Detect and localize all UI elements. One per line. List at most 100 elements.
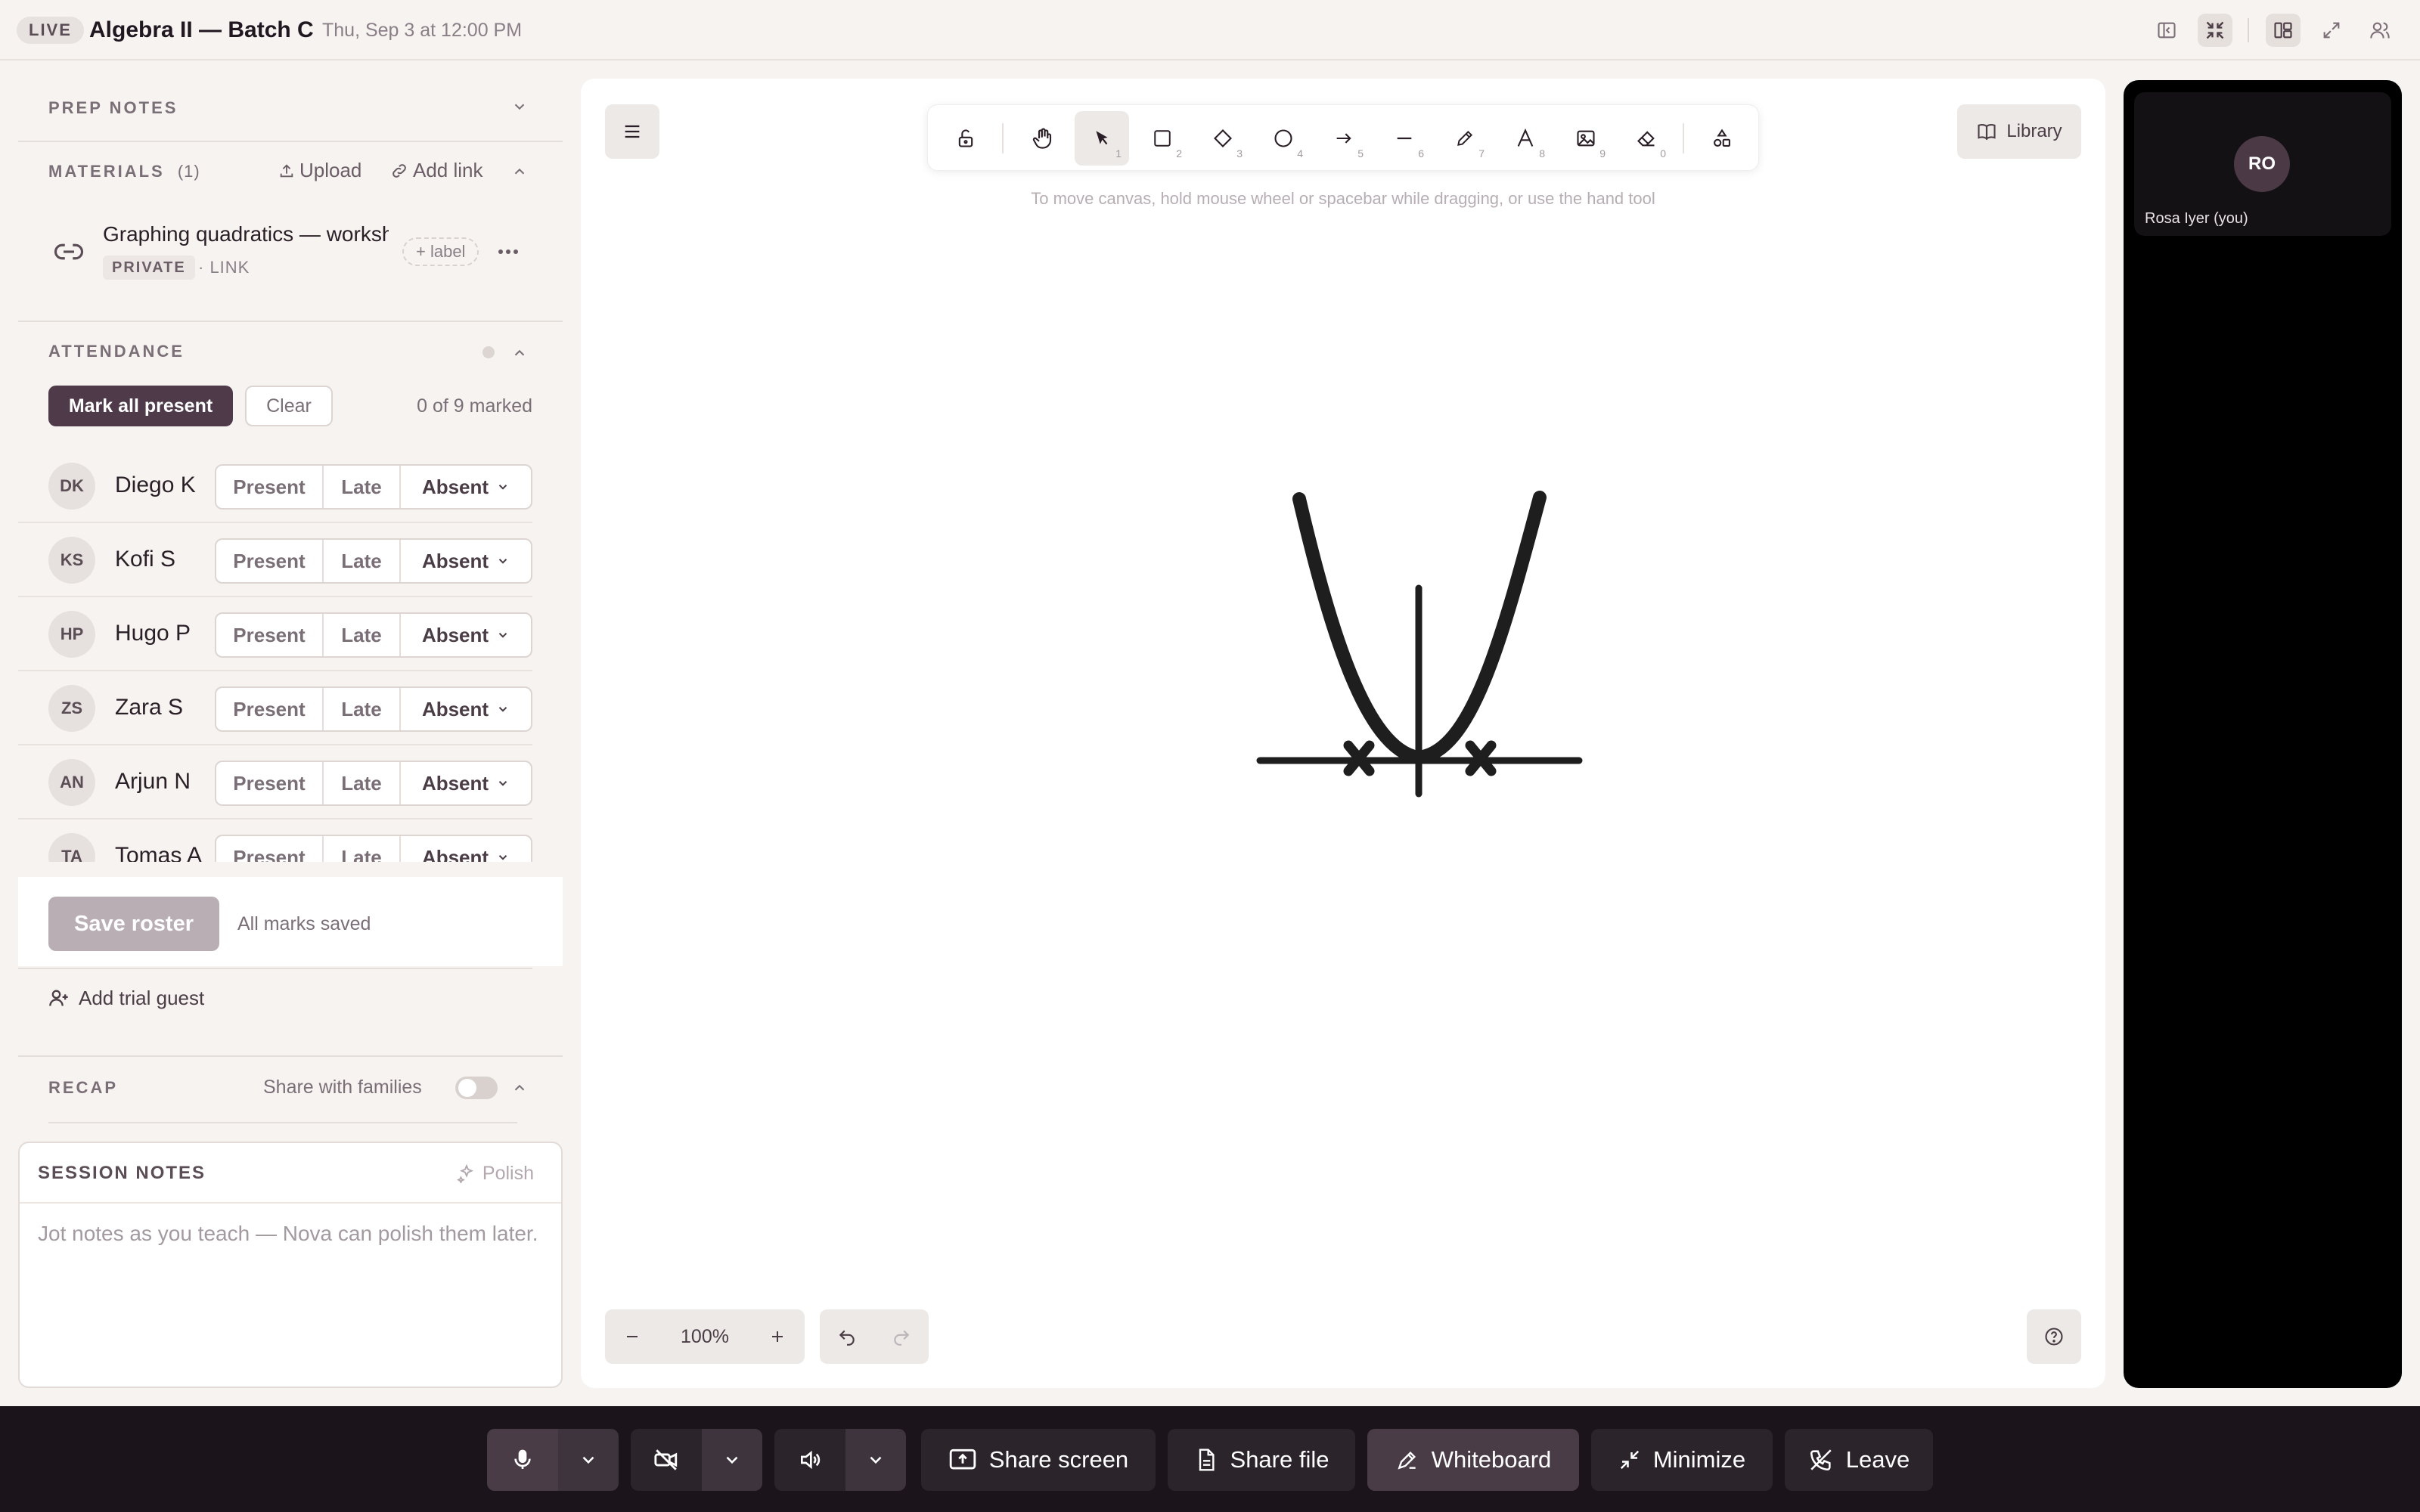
absent-dropdown[interactable]: Absent: [401, 540, 531, 582]
whiteboard-button[interactable]: Whiteboard: [1367, 1429, 1579, 1491]
more-shapes-tool[interactable]: [1695, 111, 1749, 166]
zoom-level[interactable]: 100%: [659, 1309, 750, 1364]
help-button[interactable]: [2027, 1309, 2081, 1364]
speaker-options-button[interactable]: [845, 1429, 906, 1491]
arrow-tool[interactable]: 5: [1317, 111, 1371, 166]
recap-chevron-up-icon[interactable]: [511, 1080, 528, 1096]
attendance-status-segment: Present Late Absent: [215, 612, 532, 658]
session-notes-textarea[interactable]: Jot notes as you teach — Nova can polish…: [38, 1219, 560, 1249]
select-tool[interactable]: 1: [1075, 111, 1129, 166]
hand-tool[interactable]: [1016, 111, 1070, 166]
file-icon: [1199, 1448, 1215, 1471]
share-screen-icon: [949, 1448, 976, 1470]
late-button[interactable]: Late: [324, 836, 401, 862]
diamond-tool[interactable]: 3: [1196, 111, 1250, 166]
lock-tool[interactable]: [939, 111, 993, 166]
microphone-button[interactable]: [487, 1429, 558, 1491]
focus-mode-icon[interactable]: [2198, 14, 2232, 47]
attendance-status-segment: Present Late Absent: [215, 538, 532, 584]
materials-chevron-up-icon[interactable]: [511, 163, 528, 180]
add-trial-guest-label: Add trial guest: [79, 987, 205, 1009]
undo-button[interactable]: [820, 1309, 874, 1364]
absent-dropdown[interactable]: Absent: [401, 614, 531, 656]
material-title[interactable]: Graphing quadratics — worksheet: [103, 222, 389, 246]
absent-dropdown[interactable]: Absent: [401, 466, 531, 508]
mark-all-present-button[interactable]: Mark all present: [48, 386, 233, 426]
chevron-down-icon: [498, 781, 507, 786]
add-user-icon: [49, 990, 68, 1006]
clear-button[interactable]: Clear: [245, 386, 333, 426]
save-roster-button[interactable]: Save roster: [48, 897, 219, 951]
text-tool[interactable]: 8: [1498, 111, 1553, 166]
share-screen-button[interactable]: Share screen: [921, 1429, 1156, 1491]
speaker-button[interactable]: [774, 1429, 845, 1491]
layout-icon[interactable]: [2266, 14, 2301, 47]
line-tool[interactable]: 6: [1377, 111, 1432, 166]
absent-label: Absent: [421, 550, 489, 572]
canvas-menu-button[interactable]: [605, 104, 659, 159]
camera-button[interactable]: [631, 1429, 702, 1491]
attendance-chevron-up-icon[interactable]: [511, 345, 528, 361]
session-notes-title: SESSION NOTES: [38, 1163, 206, 1183]
add-link-button[interactable]: Add link: [390, 159, 483, 182]
late-button[interactable]: Late: [324, 540, 401, 582]
eraser-icon: [1637, 131, 1655, 147]
microphone-options-button[interactable]: [558, 1429, 619, 1491]
rectangle-tool[interactable]: 2: [1135, 111, 1190, 166]
eraser-tool[interactable]: 0: [1619, 111, 1674, 166]
zoom-out-button[interactable]: [605, 1309, 659, 1364]
absent-dropdown[interactable]: Absent: [401, 762, 531, 804]
participants-icon[interactable]: [2363, 14, 2397, 47]
absent-label: Absent: [421, 698, 489, 720]
present-button[interactable]: Present: [216, 540, 324, 582]
whiteboard-drawing[interactable]: [1240, 484, 1588, 809]
library-button[interactable]: Library: [1957, 104, 2081, 159]
hang-up-icon: [1810, 1449, 1832, 1471]
chevron-down-icon: [498, 707, 507, 712]
camera-options-button[interactable]: [702, 1429, 762, 1491]
present-button[interactable]: Present: [216, 466, 324, 508]
draw-tool[interactable]: 7: [1438, 111, 1492, 166]
late-button[interactable]: Late: [324, 762, 401, 804]
image-tool[interactable]: 9: [1559, 111, 1613, 166]
ellipse-tool[interactable]: 4: [1256, 111, 1311, 166]
session-title: Algebra II — Batch C: [89, 17, 314, 42]
more-options-icon[interactable]: [495, 240, 522, 263]
arrow-icon: [1336, 133, 1351, 144]
present-button[interactable]: Present: [216, 688, 324, 730]
zoom-in-button[interactable]: [750, 1309, 805, 1364]
leave-label: Leave: [1845, 1446, 1910, 1473]
absent-dropdown[interactable]: Absent: [401, 836, 531, 862]
add-trial-guest-button[interactable]: Add trial guest: [48, 983, 204, 1013]
share-with-families-toggle[interactable]: [455, 1077, 498, 1099]
fullscreen-icon[interactable]: [2314, 14, 2349, 47]
share-file-button[interactable]: Share file: [1168, 1429, 1355, 1491]
late-button[interactable]: Late: [324, 688, 401, 730]
minimize-button[interactable]: Minimize: [1591, 1429, 1773, 1491]
present-button[interactable]: Present: [216, 614, 324, 656]
collapse-sidebar-icon[interactable]: [2149, 14, 2184, 47]
chevron-down-icon: [498, 485, 507, 490]
live-badge: LIVE: [17, 17, 84, 44]
present-button[interactable]: Present: [216, 836, 324, 862]
attendance-status-segment: Present Late Absent: [215, 835, 532, 862]
leave-button[interactable]: Leave: [1785, 1429, 1933, 1491]
shapes-icon: [1714, 129, 1730, 147]
absent-label: Absent: [421, 624, 489, 646]
redo-icon: [894, 1330, 910, 1346]
late-button[interactable]: Late: [324, 614, 401, 656]
add-label-chip[interactable]: + label: [402, 237, 479, 266]
present-button[interactable]: Present: [216, 762, 324, 804]
tool-shortcut: 3: [1236, 147, 1243, 160]
upload-label: Upload: [299, 159, 362, 181]
plus-icon: [772, 1331, 783, 1342]
polish-button[interactable]: Polish: [456, 1160, 534, 1187]
absent-dropdown[interactable]: Absent: [401, 688, 531, 730]
redo-button[interactable]: [874, 1309, 929, 1364]
upload-button[interactable]: Upload: [278, 159, 361, 182]
recap-title: RECAP: [48, 1078, 119, 1097]
late-button[interactable]: Late: [324, 466, 401, 508]
table-row: HP Hugo P Present Late Absent: [18, 597, 532, 671]
circle-icon: [1274, 129, 1292, 147]
prep-notes-chevron-down-icon[interactable]: [511, 98, 528, 115]
